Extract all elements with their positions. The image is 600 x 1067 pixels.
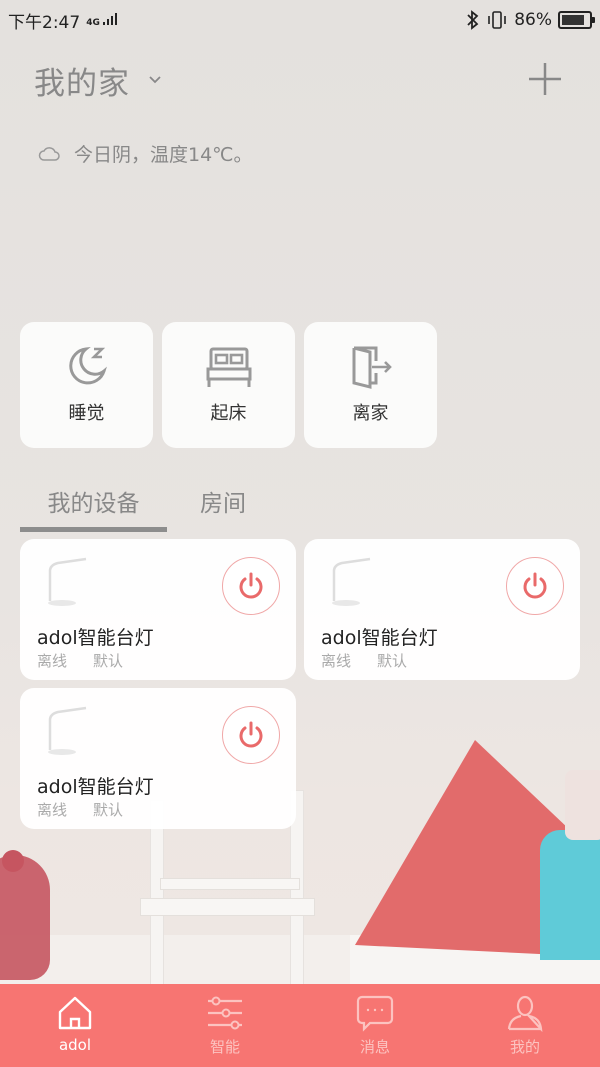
device-name: adol智能台灯 (37, 776, 154, 798)
nav-label: 消息 (359, 1038, 390, 1056)
device-name: adol智能台灯 (37, 627, 154, 649)
desk-lamp-icon (332, 557, 371, 606)
device-tabs: 我的设备 房间 (20, 480, 265, 532)
device-card[interactable]: adol智能台灯 离线 默认 (304, 539, 580, 680)
door-exit-icon (352, 346, 392, 389)
moon-sleep-icon (68, 346, 107, 385)
device-list: adol智能台灯 离线 默认 adol智能台灯 离线 默认 adol智能台灯 离… (20, 539, 580, 829)
teddy-bear (0, 855, 50, 980)
scene-label: 离家 (352, 403, 389, 424)
nav-label: 智能 (209, 1038, 240, 1056)
scene-label: 睡觉 (68, 403, 105, 424)
device-card[interactable]: adol智能台灯 离线 默认 (20, 539, 296, 680)
nav-home[interactable]: adol (0, 984, 150, 1067)
battery-icon (558, 11, 595, 29)
scene-label: 起床 (210, 403, 247, 424)
stool-step (140, 898, 315, 916)
message-icon (356, 995, 394, 1032)
add-button[interactable] (526, 60, 564, 98)
device-room: 默认 (377, 652, 408, 670)
power-icon (239, 572, 263, 599)
home-icon (58, 996, 92, 1030)
power-icon (523, 572, 547, 599)
scene-wake[interactable]: 起床 (162, 322, 295, 448)
device-room: 默认 (93, 652, 124, 670)
device-room: 默认 (93, 801, 124, 819)
desk-lamp-icon (48, 557, 87, 606)
stool-step (160, 878, 300, 890)
device-card[interactable]: adol智能台灯 离线 默认 (20, 688, 296, 829)
chevron-down-icon[interactable] (148, 73, 162, 87)
tab-rooms[interactable]: 房间 (181, 480, 265, 528)
home-selector[interactable]: 我的家 (34, 58, 130, 103)
battery-fill (562, 15, 585, 25)
nav-messages[interactable]: 消息 (300, 984, 450, 1067)
cloud-icon (38, 146, 60, 161)
nav-profile[interactable]: 我的 (450, 984, 600, 1067)
sliders-icon (208, 996, 242, 1030)
battery-percent: 86% (514, 10, 552, 30)
power-icon (239, 721, 263, 748)
device-status: 离线 (37, 801, 68, 819)
power-button[interactable] (222, 557, 280, 615)
network-type: 4G (86, 17, 100, 28)
status-bar: 下午2:47 4G 86% (0, 0, 600, 40)
nav-smart[interactable]: 智能 (150, 984, 300, 1067)
header: 我的家 (34, 58, 574, 102)
scene-sleep[interactable]: 睡觉 (20, 322, 153, 448)
scene-leave-home[interactable]: 离家 (304, 322, 437, 448)
power-button[interactable] (222, 706, 280, 764)
signal-icon: 4G (86, 12, 119, 28)
device-status: 离线 (37, 652, 68, 670)
bottom-nav: adol 智能 消息 我的 (0, 984, 600, 1067)
scene-list: 睡觉 起床 离家 (20, 322, 437, 448)
nav-label: adol (58, 1036, 92, 1054)
weather-info: 今日阴，温度14℃。 (38, 140, 253, 167)
status-time: 下午2:47 (8, 12, 81, 33)
desk-lamp-icon (48, 706, 87, 755)
weather-text: 今日阴，温度14℃。 (74, 144, 253, 166)
vibrate-icon (488, 11, 507, 29)
bluetooth-icon (467, 10, 479, 30)
power-button[interactable] (506, 557, 564, 615)
nav-label: 我的 (509, 1038, 540, 1056)
device-name: adol智能台灯 (321, 627, 438, 649)
tab-my-devices[interactable]: 我的设备 (20, 480, 167, 532)
bed-icon (206, 347, 251, 387)
device-status: 离线 (321, 652, 352, 670)
user-icon (507, 995, 543, 1032)
